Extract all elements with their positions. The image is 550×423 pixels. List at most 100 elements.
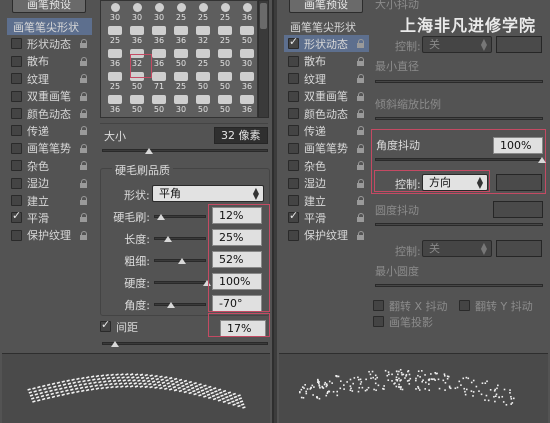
sidebar-item-checkbox[interactable] [11,90,22,102]
sidebar-item[interactable]: 画笔笔势 [284,140,369,157]
bristle-param-slider-thumb[interactable] [157,214,165,220]
lock-icon[interactable] [357,178,365,188]
sidebar-item-checkbox[interactable] [288,209,299,224]
sidebar-item[interactable]: 纹理 [284,70,369,87]
spacing-checkbox[interactable] [100,318,111,332]
sidebar-item[interactable]: 颜色动态 [284,105,369,122]
sidebar-item-checkbox[interactable] [288,125,299,137]
sidebar-item[interactable]: 建立 [7,192,92,209]
sidebar-item-checkbox[interactable] [288,229,299,241]
lock-icon[interactable] [80,230,88,240]
sidebar-item-checkbox[interactable] [288,160,299,172]
brush-tip-preset[interactable]: 36 [127,26,147,45]
sidebar-item[interactable]: 颜色动态 [7,105,92,122]
size-input[interactable]: 32 像素 [214,127,268,144]
sidebar-item[interactable]: 双重画笔 [7,88,92,105]
bristle-param-slider[interactable] [154,302,206,308]
size-slider-thumb[interactable] [145,148,153,154]
sidebar-item[interactable]: 形状动态 [284,35,369,53]
size-slider[interactable] [102,148,268,154]
lock-icon[interactable] [80,213,88,223]
sidebar-item[interactable]: 纹理 [7,70,92,87]
sidebar-item-checkbox[interactable] [11,142,22,154]
brush-tip-preset[interactable]: 25 [171,3,191,22]
brush-tip-preset[interactable]: 36 [149,26,169,45]
brush-tip-preset[interactable]: 36 [171,26,191,45]
brush-tip-preset[interactable]: 25 [193,49,213,68]
lock-icon[interactable] [357,143,365,153]
lock-icon[interactable] [357,230,365,240]
brush-tip-preset[interactable]: 25 [215,3,235,22]
sidebar-item-checkbox[interactable] [288,55,299,67]
lock-icon[interactable] [80,196,88,205]
roundness-control-amount[interactable] [496,240,542,257]
brush-tip-preset[interactable]: 36 [105,49,125,68]
sidebar-item[interactable]: 湿边 [7,175,92,192]
sidebar-item-checkbox[interactable] [288,35,299,50]
brush-projection-checkbox[interactable] [373,316,384,327]
lock-icon[interactable] [80,126,88,136]
flip-y-option[interactable]: 翻转 Y 抖动 [455,297,545,314]
sidebar-item-checkbox[interactable] [11,195,22,206]
roundness-jitter-input[interactable] [493,201,543,218]
sidebar-item-checkbox[interactable] [11,38,22,50]
brush-tip-preset[interactable]: 36 [105,95,125,114]
sidebar-item[interactable]: 杂色 [284,157,369,174]
brush-tip-preset[interactable]: 36 [149,49,169,68]
sidebar-item[interactable]: 传递 [7,122,92,139]
brush-tip-preset[interactable]: 50 [215,49,235,68]
brush-tip-preset[interactable]: 30 [127,3,147,22]
spacing-slider-thumb[interactable] [111,341,119,347]
sidebar-item[interactable]: 散布 [7,53,92,70]
sidebar-item[interactable]: 平滑 [7,209,92,226]
brush-tip-preset[interactable]: 30 [237,49,257,68]
lock-icon[interactable] [80,178,88,188]
flip-x-option[interactable]: 翻转 X 抖动 [369,297,459,314]
sidebar-item-checkbox[interactable] [11,108,22,119]
sidebar-item-checkbox[interactable] [11,177,22,189]
lock-icon[interactable] [357,161,365,171]
brush-tip-preset[interactable]: 25 [171,72,191,91]
brush-tip-preset[interactable]: 25 [215,26,235,45]
sidebar-item-checkbox[interactable] [288,195,299,206]
sidebar-item-checkbox[interactable] [288,73,299,85]
roundness-control-select[interactable]: 关 ▲ ▼ [422,240,492,257]
size-control-amount[interactable] [496,36,542,53]
lock-icon[interactable] [80,56,88,66]
brush-presets-button[interactable]: 画笔预设 [289,0,363,13]
sidebar-item[interactable]: 平滑 [284,209,369,226]
brush-tip-preset[interactable]: 50 [215,95,235,114]
brush-grid-scroll-thumb[interactable] [260,3,267,29]
angle-control-amount[interactable] [496,174,542,191]
bristle-param-slider[interactable] [154,258,206,264]
size-control-select[interactable]: 关 ▲ ▼ [422,36,492,53]
sidebar-item[interactable]: 画笔笔尖形状 [7,18,92,35]
sidebar-item-checkbox[interactable] [11,125,22,137]
brush-tip-preset[interactable]: 50 [149,95,169,114]
brush-tip-preset[interactable]: 50 [193,72,213,91]
sidebar-item-checkbox[interactable] [288,90,299,102]
bristle-param-slider-thumb[interactable] [164,236,172,242]
sidebar-item[interactable]: 湿边 [284,175,369,192]
angle-control-select[interactable]: 方向 ▲ ▼ [422,174,488,191]
sidebar-item[interactable]: 双重画笔 [284,88,369,105]
sidebar-item[interactable]: 保护纹理 [7,227,92,244]
brush-tip-preset[interactable]: 50 [171,49,191,68]
brush-tip-preset[interactable]: 36 [237,95,257,114]
bristle-param-slider-thumb[interactable] [167,302,175,308]
brush-tip-preset[interactable]: 32 [193,26,213,45]
lock-icon[interactable] [357,109,365,118]
flip-x-checkbox[interactable] [373,300,384,311]
lock-icon[interactable] [80,39,88,49]
brush-tip-preset[interactable]: 25 [105,72,125,91]
lock-icon[interactable] [357,39,365,49]
brush-tip-preset[interactable]: 30 [149,3,169,22]
brush-presets-button[interactable]: 画笔预设 [12,0,86,13]
angle-jitter-input[interactable]: 100% [493,137,543,154]
brush-projection-option[interactable]: 画笔投影 [369,313,459,330]
angle-jitter-slider[interactable] [375,157,546,163]
sidebar-item[interactable]: 画笔笔尖形状 [284,18,369,35]
sidebar-item[interactable]: 杂色 [7,157,92,174]
brush-tip-preset[interactable]: 30 [105,3,125,22]
roundness-jitter-slider[interactable] [375,223,543,226]
